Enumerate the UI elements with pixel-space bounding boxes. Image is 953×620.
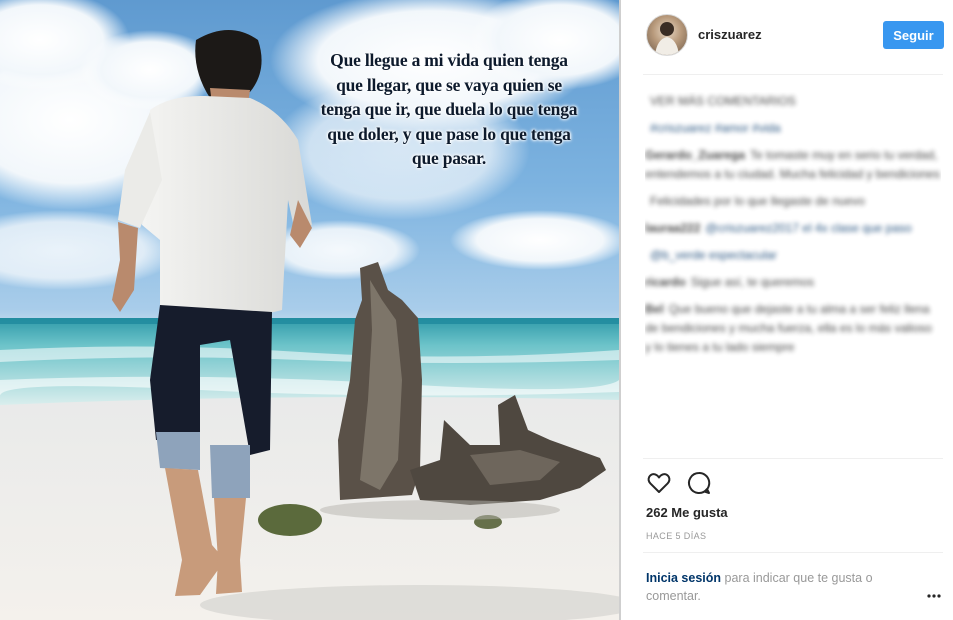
username[interactable]: criszuarez [698, 27, 762, 42]
post-side-panel: criszuarez Seguir VER MÁS COMENTARIOS #c… [621, 0, 953, 620]
list-item: #criszuarez #amor #vida [650, 121, 781, 135]
footer-divider [643, 552, 943, 553]
list-item: ricardo Sigue así, te queremos [645, 275, 815, 289]
list-item: Bel Que bueno que dejaste a tu alma a ser… [645, 302, 932, 354]
likes-count[interactable]: 262 Me gusta [646, 505, 728, 520]
ellipsis-icon[interactable] [927, 585, 941, 598]
avatar[interactable] [646, 14, 688, 56]
avatar-image [655, 22, 679, 55]
list-item: Felicidades por lo que llegaste de nuevo [650, 194, 865, 208]
quote-text: Que llegue a mi vida quien tenga que lle… [320, 50, 578, 168]
login-link[interactable]: Inicia sesión [646, 571, 721, 585]
header-divider [643, 74, 943, 75]
comment-bubble-icon[interactable] [686, 470, 712, 496]
follow-button[interactable]: Seguir [883, 21, 944, 49]
post-timestamp: HACE 5 DÍAS [646, 531, 707, 541]
post-photo[interactable]: Que llegue a mi vida quien tenga que lle… [0, 0, 619, 620]
login-prompt: Inicia sesión para indicar que te gusta … [646, 569, 916, 605]
list-item: @b_verde espectacular [650, 248, 777, 262]
actions-divider [643, 458, 943, 459]
comments-list: VER MÁS COMENTARIOS #criszuarez #amor #v… [645, 92, 941, 452]
list-item[interactable]: VER MÁS COMENTARIOS [645, 92, 941, 111]
list-item: Gerardo_Zuarega Te tomaste muy en serio t… [645, 148, 940, 181]
list-item: lauraa222 @criszuarez2017 el 4x clase que… [645, 221, 912, 235]
post-header: criszuarez Seguir [621, 0, 953, 74]
heart-icon[interactable] [646, 470, 672, 496]
